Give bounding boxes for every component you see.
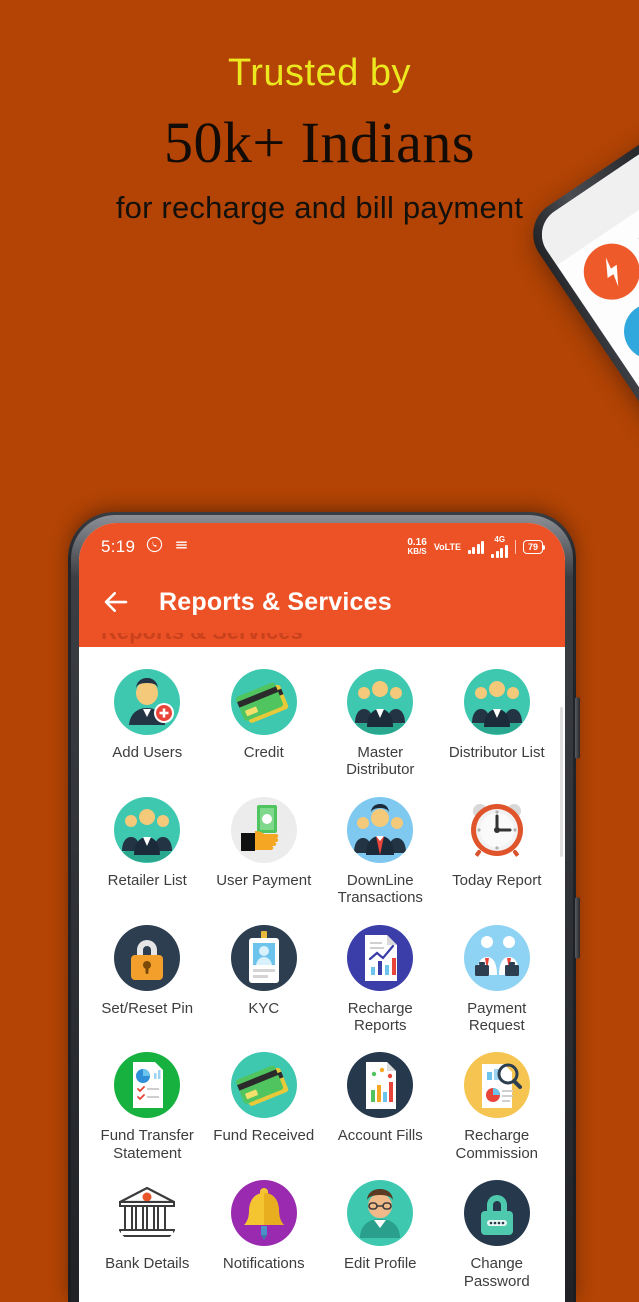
page-heading-peek: Reports & Services xyxy=(79,633,565,647)
data-speed-indicator: 0.16 KB/S xyxy=(407,538,426,556)
credit-card-icon xyxy=(230,669,297,735)
phone-screen: 5:19 0.16 KB/S VoLTE 4G 79 Reports & Ser… xyxy=(79,523,565,1302)
volte-label: VoLTE xyxy=(433,541,461,552)
foreground-phone-mockup: 5:19 0.16 KB/S VoLTE 4G 79 Reports & Ser… xyxy=(68,512,580,1302)
grid-item-kyc[interactable]: KYC xyxy=(206,919,323,1043)
grid-item-retailer-list[interactable]: Retailer List xyxy=(89,791,206,915)
grid-item-add-users[interactable]: Add Users xyxy=(89,663,206,787)
promo-headline: Trusted by 50k+ Indians for recharge and… xyxy=(0,0,639,223)
grid-item-label: DownLine Transactions xyxy=(337,871,423,907)
grid-item-set-reset-pin[interactable]: Set/Reset Pin xyxy=(89,919,206,1043)
grid-item-label: Recharge Commission xyxy=(455,1127,538,1162)
services-grid: Add Users Credit Master Distributor Dist… xyxy=(79,647,565,1298)
scrollbar[interactable] xyxy=(560,707,563,857)
grid-item-label: Change Password xyxy=(463,1255,530,1290)
grid-item-user-payment[interactable]: User Payment xyxy=(206,791,323,915)
grid-item-credit[interactable]: Credit xyxy=(206,663,323,787)
bar-chart-doc-icon xyxy=(347,1052,414,1119)
alarm-clock-icon xyxy=(463,796,530,863)
grid-item-downline-transactions[interactable]: DownLine Transactions xyxy=(322,791,439,915)
grid-item-label: Master Distributor xyxy=(346,744,415,779)
group-people-icon xyxy=(114,796,181,863)
grid-item-label: Retailer List xyxy=(107,871,187,889)
grid-item-label: Fund Received xyxy=(213,1127,315,1145)
search-report-icon xyxy=(463,1052,530,1119)
grid-item-label: Credit xyxy=(243,744,284,761)
grid-item-label: Payment Request xyxy=(467,999,527,1034)
grid-item-label: Notifications xyxy=(222,1255,305,1273)
status-bar-time: 5:19 xyxy=(101,537,136,556)
whatsapp-icon xyxy=(146,536,163,558)
grid-item-payment-request[interactable]: Payment Request xyxy=(439,919,556,1043)
grid-item-bank-details[interactable]: Bank Details xyxy=(89,1174,206,1298)
padlock-icon xyxy=(114,924,181,991)
user-profile-icon xyxy=(347,1180,414,1247)
id-card-icon xyxy=(230,924,297,991)
grid-item-notifications[interactable]: Notifications xyxy=(206,1174,323,1298)
silent-mode-icon xyxy=(174,538,189,557)
services-content: Add Users Credit Master Distributor Dist… xyxy=(79,647,565,1302)
battery-indicator: 79 xyxy=(522,540,546,554)
back-arrow-icon[interactable] xyxy=(101,587,131,617)
volume-button[interactable] xyxy=(575,697,580,759)
grid-item-change-password[interactable]: Change Password xyxy=(439,1174,556,1298)
status-bar: 5:19 0.16 KB/S VoLTE 4G 79 xyxy=(79,523,565,571)
signal-bars-icon xyxy=(467,540,485,554)
grid-item-label: Edit Profile xyxy=(343,1255,417,1273)
network-type-label: 4G xyxy=(494,535,506,544)
group-people-icon xyxy=(347,669,414,735)
grid-item-fund-received[interactable]: Fund Received xyxy=(206,1046,323,1170)
chart-report-icon xyxy=(347,924,414,991)
grid-item-label: KYC xyxy=(248,999,280,1017)
add-user-icon xyxy=(114,669,181,735)
grid-item-label: Recharge Reports xyxy=(347,999,413,1034)
team-icon xyxy=(347,796,414,863)
pie-chart-doc-icon xyxy=(114,1052,181,1119)
network-type-indicator: 4G xyxy=(491,536,508,558)
grid-item-label: Set/Reset Pin xyxy=(101,999,194,1017)
status-divider xyxy=(514,540,516,554)
promo-line-1: Trusted by xyxy=(227,52,412,94)
grid-item-edit-profile[interactable]: Edit Profile xyxy=(322,1174,439,1298)
grid-item-label: Add Users xyxy=(112,744,183,761)
data-speed-unit: KB/S xyxy=(407,547,427,556)
grid-item-recharge-reports[interactable]: Recharge Reports xyxy=(322,919,439,1043)
grid-item-label: Fund Transfer Statement xyxy=(100,1127,194,1162)
promo-line-3: for recharge and bill payment xyxy=(115,190,524,225)
grid-item-recharge-commission[interactable]: Recharge Commission xyxy=(439,1046,556,1170)
hand-cash-icon xyxy=(230,796,297,863)
volte-indicator: VoLTE xyxy=(433,541,461,552)
bell-icon xyxy=(230,1180,297,1247)
grid-item-label: Distributor List xyxy=(448,744,545,761)
promo-line-2: 50k+ Indians xyxy=(164,110,475,175)
credit-card-icon xyxy=(230,1052,297,1119)
bank-icon xyxy=(114,1180,181,1247)
grid-item-account-fills[interactable]: Account Fills xyxy=(322,1046,439,1170)
grid-item-label: Account Fills xyxy=(337,1127,423,1145)
page-title: Reports & Services xyxy=(159,587,392,616)
grid-item-label: Bank Details xyxy=(105,1255,190,1273)
grid-item-master-distributor[interactable]: Master Distributor xyxy=(322,663,439,787)
password-lock-icon xyxy=(463,1180,530,1247)
grid-item-today-report[interactable]: Today Report xyxy=(439,791,556,915)
group-people-icon xyxy=(463,669,530,735)
grid-item-label: User Payment xyxy=(216,871,312,889)
grid-item-fund-transfer-statement[interactable]: Fund Transfer Statement xyxy=(89,1046,206,1170)
businessmen-icon xyxy=(463,924,530,991)
power-button[interactable] xyxy=(575,897,580,959)
grid-item-label: Today Report xyxy=(452,871,542,889)
page-heading-text: Reports & Services xyxy=(101,633,303,645)
grid-item-distributor-list[interactable]: Distributor List xyxy=(439,663,556,787)
app-bar: Reports & Services xyxy=(79,571,565,633)
signal-bars-secondary-icon xyxy=(491,545,508,558)
